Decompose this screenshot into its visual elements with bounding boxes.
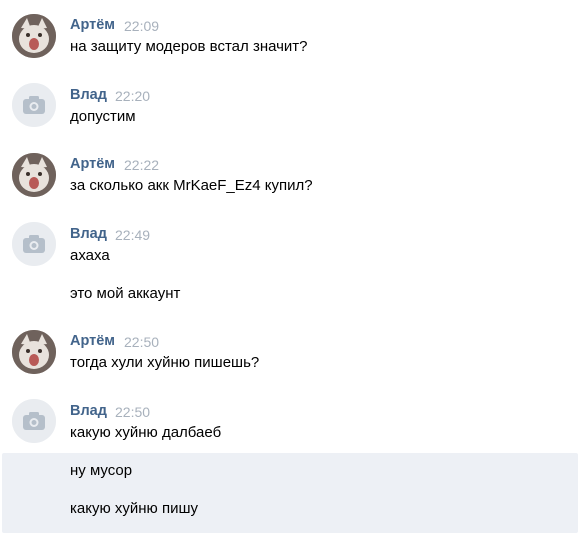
message-text: допустим xyxy=(70,108,136,125)
avatar[interactable] xyxy=(12,222,56,266)
camera-icon xyxy=(12,222,56,266)
message-text: на защиту модеров встал значит? xyxy=(70,38,308,55)
avatar[interactable] xyxy=(12,83,56,127)
message-text: тогда хули хуйню пишешь? xyxy=(70,354,260,371)
message-time[interactable]: 22:50 xyxy=(115,404,150,420)
author-name[interactable]: Артём xyxy=(70,333,115,349)
message-time[interactable]: 22:49 xyxy=(115,227,150,243)
message-time[interactable]: 22:22 xyxy=(124,157,159,173)
author-name[interactable]: Влад xyxy=(70,403,107,419)
author-name[interactable]: Артём xyxy=(70,156,115,172)
camera-icon xyxy=(12,83,56,127)
message-text: какую хуйню далбаеб xyxy=(70,424,222,441)
message-text: ну мусор xyxy=(70,462,133,479)
author-name[interactable]: Влад xyxy=(70,87,107,103)
message-text: за сколько акк MrKaeF_Ez4 купил? xyxy=(70,177,313,194)
message-time[interactable]: 22:20 xyxy=(115,88,150,104)
message-text: ахаха xyxy=(70,247,110,264)
avatar[interactable] xyxy=(12,14,56,58)
camera-icon xyxy=(12,399,56,443)
avatar[interactable] xyxy=(12,153,56,197)
avatar[interactable] xyxy=(12,399,56,443)
message-text: какую хуйню пишу xyxy=(70,500,198,517)
author-name[interactable]: Влад xyxy=(70,226,107,242)
message-time[interactable]: 22:09 xyxy=(124,18,159,34)
author-name[interactable]: Артём xyxy=(70,17,115,33)
message-time[interactable]: 22:50 xyxy=(124,334,159,350)
message-text: это мой аккаунт xyxy=(70,285,181,302)
avatar[interactable] xyxy=(12,330,56,374)
